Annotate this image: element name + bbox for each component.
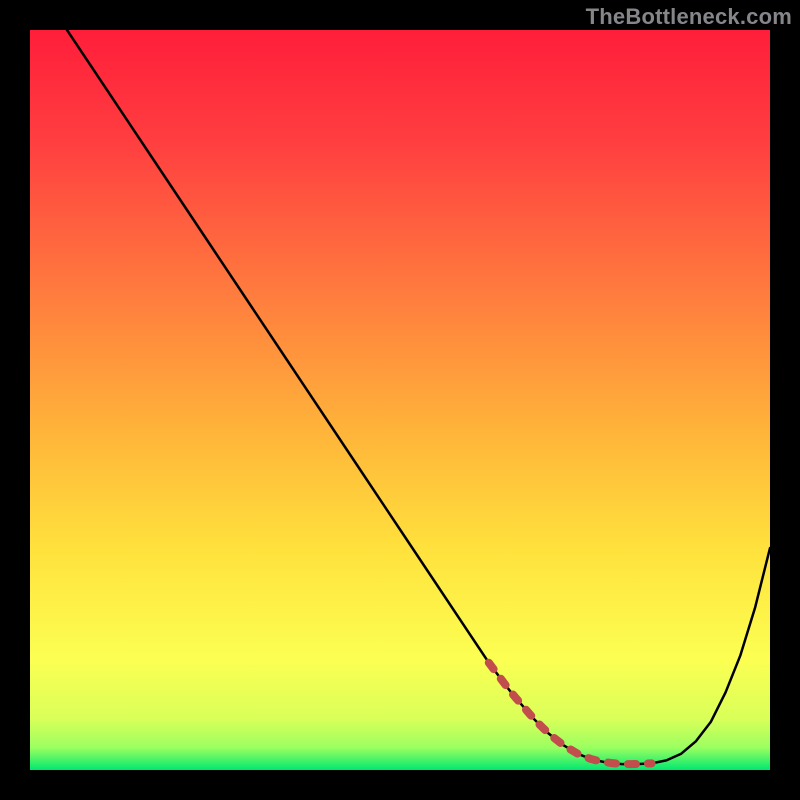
watermark-text: TheBottleneck.com xyxy=(586,4,792,30)
plot-area xyxy=(30,30,770,770)
flat-zone-marker xyxy=(489,663,652,764)
main-curve xyxy=(67,30,770,764)
outer-frame: TheBottleneck.com xyxy=(0,0,800,800)
curve-layer xyxy=(30,30,770,770)
